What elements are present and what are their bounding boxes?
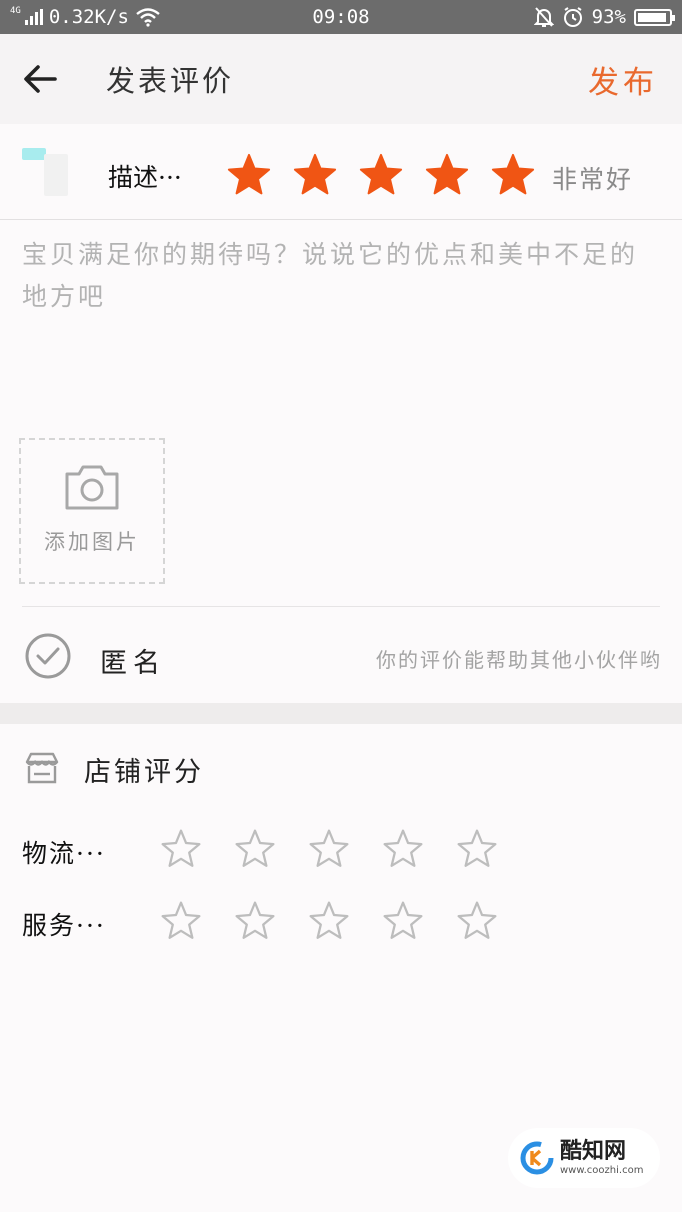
add-photo-label: 添加图片 xyxy=(44,530,140,554)
description-stars xyxy=(226,152,536,198)
description-star-2-filled-icon[interactable] xyxy=(292,152,338,198)
battery-percent: 93% xyxy=(591,6,626,28)
review-textarea[interactable] xyxy=(22,234,658,414)
description-label: 描述··· xyxy=(108,163,182,192)
add-photo-button[interactable]: 添加图片 xyxy=(19,438,165,584)
shop-rating-header: 店铺评分 xyxy=(0,724,682,814)
shop-rating-title: 店铺评分 xyxy=(84,757,204,788)
page-title: 发表评价 xyxy=(106,64,235,98)
watermark-url: www.coozhi.com xyxy=(560,1164,644,1176)
logistics-star-5-empty-icon[interactable] xyxy=(456,828,498,870)
logistics-label: 物流··· xyxy=(22,839,106,868)
back-button[interactable] xyxy=(0,34,80,124)
battery-icon xyxy=(634,8,675,26)
status-left: 4G 0.32K/s xyxy=(10,6,161,28)
service-label: 服务··· xyxy=(22,911,106,940)
network-type: 4G xyxy=(10,6,21,16)
service-star-3-empty-icon[interactable] xyxy=(308,900,350,942)
logistics-star-4-empty-icon[interactable] xyxy=(382,828,424,870)
description-star-3-filled-icon[interactable] xyxy=(358,152,404,198)
status-right: 93% xyxy=(533,6,675,28)
anonymous-row: 匿名 你的评价能帮助其他小伙伴哟 xyxy=(0,607,682,703)
product-thumbnail xyxy=(22,148,70,198)
service-rating-row: 服务··· xyxy=(0,886,682,958)
network-speed: 0.32K/s xyxy=(48,6,129,28)
shop-icon xyxy=(25,752,59,784)
section-separator xyxy=(0,703,682,724)
coozhi-logo-icon xyxy=(520,1141,554,1175)
logistics-stars xyxy=(160,828,498,870)
anonymous-hint: 你的评价能帮助其他小伙伴哟 xyxy=(376,648,662,672)
service-stars xyxy=(160,900,498,942)
anonymous-label: 匿名 xyxy=(100,648,166,679)
camera-icon xyxy=(65,465,119,510)
wifi-icon xyxy=(136,8,160,27)
nav-bar: 发表评价 发布 xyxy=(0,34,682,124)
logistics-star-3-empty-icon[interactable] xyxy=(308,828,350,870)
anonymous-checkbox[interactable] xyxy=(24,632,72,680)
service-star-4-empty-icon[interactable] xyxy=(382,900,424,942)
description-star-1-filled-icon[interactable] xyxy=(226,152,272,198)
arrow-left-icon xyxy=(24,65,57,93)
signal-icon xyxy=(24,9,43,25)
alarm-icon xyxy=(563,7,582,27)
logistics-star-2-empty-icon[interactable] xyxy=(234,828,276,870)
watermark-name: 酷知网 xyxy=(560,1138,627,1164)
logistics-rating-row: 物流··· xyxy=(0,814,682,886)
publish-button[interactable]: 发布 xyxy=(588,57,658,102)
logistics-star-1-empty-icon[interactable] xyxy=(160,828,202,870)
battery-fill xyxy=(638,12,666,22)
service-star-2-empty-icon[interactable] xyxy=(234,900,276,942)
status-bar: 4G 0.32K/s 09:08 93% xyxy=(0,0,682,34)
product-rating-row: 描述··· 非常好 xyxy=(0,124,682,220)
service-star-1-empty-icon[interactable] xyxy=(160,900,202,942)
description-star-4-filled-icon[interactable] xyxy=(424,152,470,198)
rating-text: 非常好 xyxy=(552,165,634,194)
description-star-5-filled-icon[interactable] xyxy=(490,152,536,198)
service-star-5-empty-icon[interactable] xyxy=(456,900,498,942)
watermark: 酷知网 www.coozhi.com xyxy=(508,1128,660,1188)
mute-bell-icon xyxy=(533,7,554,27)
